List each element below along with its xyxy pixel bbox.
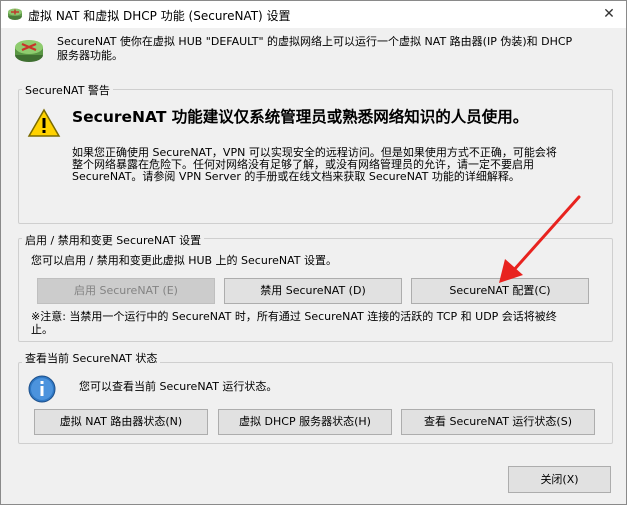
disable-warning-note: ※注意: 当禁用一个运行中的 SecureNAT 时，所有通过 SecureNA… [31, 310, 557, 336]
securenat-run-status-button[interactable]: 查看 SecureNAT 运行状态(S) [401, 409, 595, 435]
warning-icon [27, 108, 61, 137]
status-description: 您可以查看当前 SecureNAT 运行状态。 [79, 380, 278, 393]
enable-securenat-button[interactable]: 启用 SecureNAT (E) [37, 278, 215, 304]
warning-headline: SecureNAT 功能建议仅系统管理员或熟悉网络知识的人员使用。 [72, 108, 529, 126]
annotation-arrow-icon [499, 195, 581, 283]
close-window-icon[interactable]: ✕ [598, 4, 620, 24]
router-icon [8, 8, 22, 20]
control-description: 您可以启用 / 禁用和变更此虚拟 HUB 上的 SecureNAT 设置。 [31, 254, 337, 267]
title-bar: 虚拟 NAT 和虚拟 DHCP 功能 (SecureNAT) 设置 ✕ [1, 1, 626, 28]
nat-router-status-button[interactable]: 虚拟 NAT 路由器状态(N) [34, 409, 208, 435]
securenat-dialog: 虚拟 NAT 和虚拟 DHCP 功能 (SecureNAT) 设置 ✕ Secu… [0, 0, 627, 505]
dhcp-server-status-button[interactable]: 虚拟 DHCP 服务器状态(H) [218, 409, 392, 435]
close-button[interactable]: 关闭(X) [508, 466, 611, 493]
router-icon [15, 40, 43, 62]
warning-body: 如果您正确使用 SecureNAT，VPN 可以实现安全的远程访问。但是如果使用… [72, 146, 557, 183]
intro-text: SecureNAT 使你在虚拟 HUB "DEFAULT" 的虚拟网络上可以运行… [57, 35, 573, 62]
info-icon [28, 375, 56, 403]
warning-group-title: SecureNAT 警告 [22, 82, 113, 98]
control-group-title: 启用 / 禁用和变更 SecureNAT 设置 [22, 232, 205, 248]
status-group-title: 查看当前 SecureNAT 状态 [22, 350, 161, 366]
window-title: 虚拟 NAT 和虚拟 DHCP 功能 (SecureNAT) 设置 [28, 9, 291, 23]
disable-securenat-button[interactable]: 禁用 SecureNAT (D) [224, 278, 402, 304]
